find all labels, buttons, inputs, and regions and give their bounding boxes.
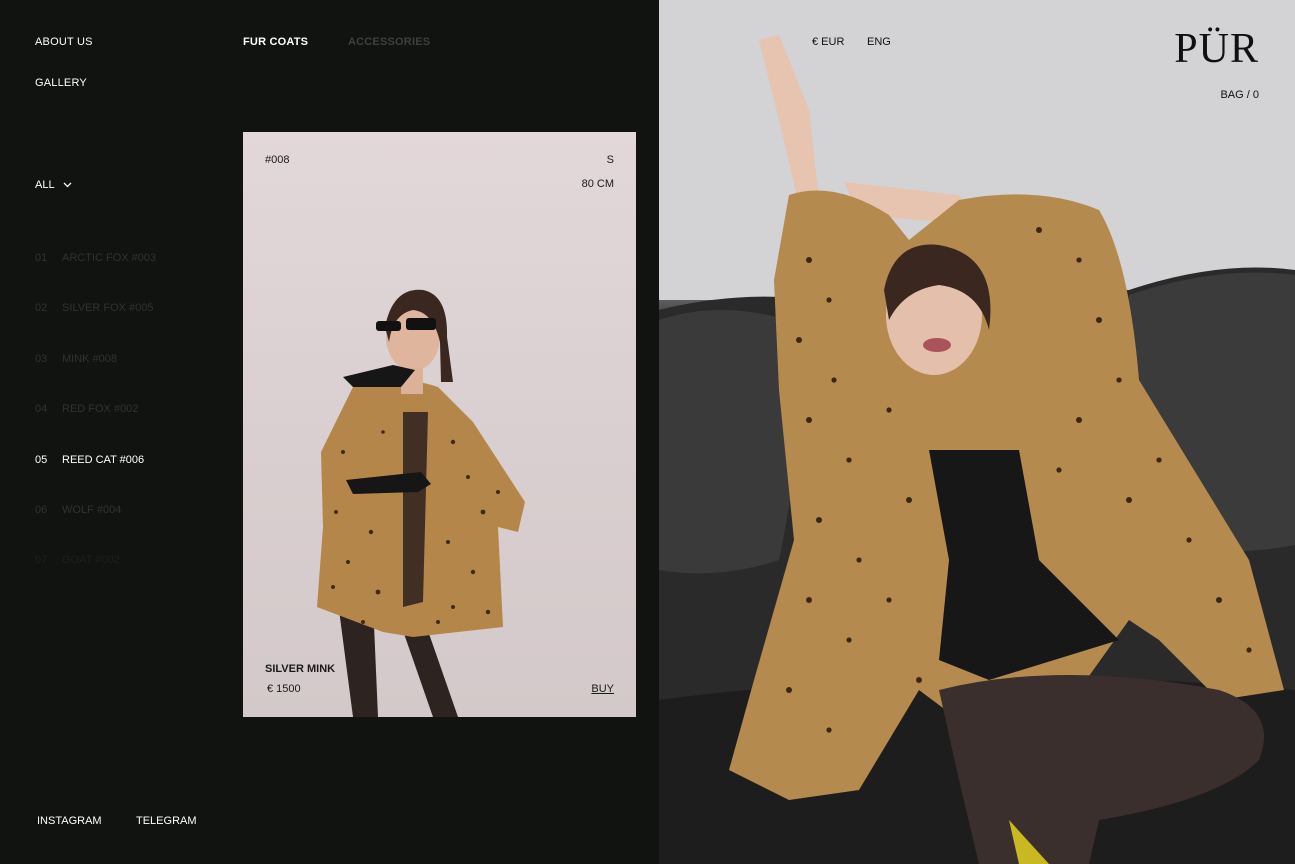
coat-name: GOAT #002 <box>62 554 120 567</box>
product-card[interactable]: #008 S 80 CM SILVER MINK € 1500 BUY <box>243 132 636 717</box>
filter-label: ALL <box>35 179 55 191</box>
coat-name: SILVER FOX #005 <box>62 302 154 315</box>
product-name: SILVER MINK <box>265 663 336 675</box>
product-price: € 1500 <box>267 683 301 695</box>
coat-number: 07 <box>35 554 48 567</box>
nav-about-us[interactable]: ABOUT US <box>35 36 93 48</box>
list-item[interactable]: 01 ARCTIC FOX #003 <box>35 252 156 302</box>
coat-name: WOLF #004 <box>62 503 122 516</box>
list-item[interactable]: 03 MINK #008 <box>35 353 156 403</box>
list-item-active[interactable]: 05 REED CAT #006 <box>35 454 156 504</box>
chevron-down-icon <box>63 182 72 188</box>
nav-gallery[interactable]: GALLERY <box>35 77 87 89</box>
list-item[interactable]: 02 SILVER FOX #005 <box>35 302 156 352</box>
coat-name: MINK #008 <box>62 352 118 365</box>
currency-selector[interactable]: € EUR <box>812 36 844 48</box>
buy-button[interactable]: BUY <box>591 683 614 695</box>
category-filter[interactable]: ALL <box>35 179 72 191</box>
bag-link[interactable]: BAG / 0 <box>1220 89 1259 101</box>
telegram-link[interactable]: TELEGRAM <box>136 815 197 827</box>
coat-name: RED FOX #002 <box>62 403 139 416</box>
coat-name: REED CAT #006 <box>62 453 145 466</box>
list-item[interactable]: 06 WOLF #004 <box>35 504 156 554</box>
coat-list: 01 ARCTIC FOX #003 02 SILVER FOX #005 03… <box>35 252 156 605</box>
left-panel: ABOUT US GALLERY FUR COATS ACCESSORIES A… <box>0 0 659 864</box>
coat-number: 03 <box>35 352 48 365</box>
list-item[interactable]: 04 RED FOX #002 <box>35 403 156 453</box>
product-photo <box>317 289 525 717</box>
brand-logo[interactable]: PÜR <box>1174 28 1259 70</box>
instagram-link[interactable]: INSTAGRAM <box>37 815 102 827</box>
hero-panel: € EUR ENG PÜR BAG / 0 <box>659 0 1295 864</box>
coat-number: 05 <box>35 453 48 466</box>
hero-photo <box>659 0 1295 864</box>
tab-fur-coats[interactable]: FUR COATS <box>243 36 308 48</box>
list-item[interactable]: 07 GOAT #002 <box>35 554 156 604</box>
coat-number: 04 <box>35 403 48 416</box>
coat-name: ARCTIC FOX #003 <box>62 252 157 264</box>
language-selector[interactable]: ENG <box>867 36 891 48</box>
tab-accessories[interactable]: ACCESSORIES <box>348 36 430 48</box>
coat-number: 01 <box>35 252 48 264</box>
coat-number: 02 <box>35 302 48 315</box>
coat-number: 06 <box>35 503 48 516</box>
